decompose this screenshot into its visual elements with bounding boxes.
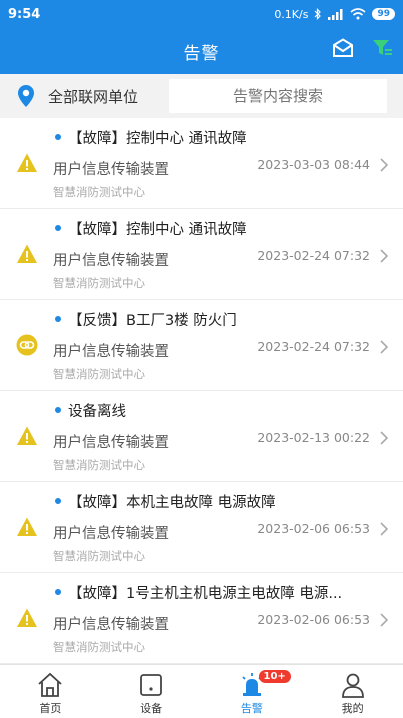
alarm-org: 智慧消防测试中心 bbox=[53, 640, 145, 654]
alarm-item[interactable]: 【故障】本机主电故障 电源故障用户信息传输装置 2023-02-06 06:53 智… bbox=[0, 482, 403, 573]
home-icon bbox=[38, 672, 62, 697]
filter-icon[interactable] bbox=[371, 38, 393, 58]
filter-bar: 全部联网单位 bbox=[0, 74, 403, 118]
alarm-org: 智慧消防测试中心 bbox=[53, 458, 145, 472]
chevron-right-icon bbox=[379, 157, 389, 173]
tab-alarm-label: 告警 bbox=[240, 702, 263, 715]
mail-icon[interactable] bbox=[331, 38, 355, 58]
unread-dot bbox=[55, 225, 61, 231]
bluetooth-icon bbox=[315, 8, 322, 20]
warning-icon bbox=[16, 516, 38, 538]
alarm-org: 智慧消防测试中心 bbox=[53, 367, 145, 381]
alarm-device: 用户信息传输装置 bbox=[53, 617, 169, 633]
alarm-device: 用户信息传输装置 bbox=[53, 526, 169, 542]
alarm-device: 用户信息传输装置 bbox=[53, 253, 169, 269]
alarm-time: 2023-02-24 07:32 bbox=[257, 339, 370, 354]
tab-alarm[interactable]: 10+ 告警 bbox=[202, 665, 303, 718]
tab-device-label: 设备 bbox=[140, 702, 163, 715]
status-bar: 9:54 0.1K/s 99 bbox=[0, 0, 403, 28]
alarm-title: 设备离线 bbox=[68, 404, 126, 420]
status-indicators: 0.1K/s 99 bbox=[274, 8, 395, 21]
chevron-right-icon bbox=[379, 521, 389, 537]
unit-selector[interactable]: 全部联网单位 bbox=[0, 85, 166, 107]
alarm-item[interactable]: 【故障】控制中心 通讯故障用户信息传输装置 2023-02-24 07:32 智慧消… bbox=[0, 209, 403, 300]
unread-dot bbox=[55, 498, 61, 504]
search-input[interactable] bbox=[169, 79, 387, 113]
alarm-item[interactable]: 设备离线用户信息传输装置 2023-02-13 00:22 智慧消防测试中心 bbox=[0, 391, 403, 482]
alarm-time: 2023-02-06 06:53 bbox=[257, 521, 370, 536]
alarm-title: 【故障】1号主机主机电源主电故障 电源... bbox=[68, 586, 343, 602]
alarm-item[interactable]: 【故障】1号主机主机电源主电故障 电源... 用户信息传输装置 2023-02-06… bbox=[0, 573, 403, 664]
tab-mine[interactable]: 我的 bbox=[302, 665, 403, 718]
nav-bar: 告警 bbox=[0, 28, 403, 74]
network-speed: 0.1K/s bbox=[274, 7, 309, 21]
signal-icon bbox=[328, 8, 343, 20]
alarm-time: 2023-03-03 08:44 bbox=[257, 157, 370, 172]
chevron-right-icon bbox=[379, 248, 389, 264]
alarm-time: 2023-02-06 06:53 bbox=[257, 612, 370, 627]
alarm-item[interactable]: 【反馈】B工厂3楼 防火门用户信息传输装置 2023-02-24 07:32 智慧消… bbox=[0, 300, 403, 391]
warning-icon bbox=[16, 425, 38, 447]
battery-indicator: 99 bbox=[372, 8, 395, 20]
location-pin-icon bbox=[18, 85, 34, 107]
tab-bar: 首页 设备 10+ 告警 我的 bbox=[0, 664, 403, 718]
alarm-device: 用户信息传输装置 bbox=[53, 435, 169, 451]
alarm-title: 【反馈】B工厂3楼 防火门 bbox=[68, 313, 237, 329]
unit-selector-label: 全部联网单位 bbox=[48, 87, 139, 106]
unread-dot bbox=[55, 407, 61, 413]
alarm-title: 【故障】本机主电故障 电源故障 bbox=[68, 495, 276, 511]
chevron-right-icon bbox=[379, 430, 389, 446]
status-time: 9:54 bbox=[8, 6, 41, 22]
alarm-item[interactable]: 【故障】控制中心 通讯故障用户信息传输装置 2023-03-03 08:44 智慧消… bbox=[0, 118, 403, 209]
alarm-list: 【故障】控制中心 通讯故障 用户信息传输装置 2023-03-03 08:44 智慧消… bbox=[0, 118, 403, 664]
alarm-device: 用户信息传输装置 bbox=[53, 162, 169, 178]
warning-icon bbox=[16, 607, 38, 629]
alarm-device: 用户信息传输装置 bbox=[53, 344, 169, 360]
chevron-right-icon bbox=[379, 339, 389, 355]
warning-icon bbox=[16, 152, 38, 174]
alarm-time: 2023-02-13 00:22 bbox=[257, 430, 370, 445]
unread-dot bbox=[55, 134, 61, 140]
unread-dot bbox=[55, 316, 61, 322]
device-icon bbox=[140, 674, 163, 696]
page-title: 告警 bbox=[183, 43, 220, 64]
tab-mine-label: 我的 bbox=[341, 702, 364, 715]
user-icon bbox=[341, 673, 364, 698]
alarm-title: 【故障】控制中心 通讯故障 bbox=[68, 131, 247, 147]
unread-dot bbox=[55, 589, 61, 595]
warning-icon bbox=[16, 243, 38, 265]
alarm-badge: 10+ bbox=[258, 670, 291, 683]
alarm-time: 2023-02-24 07:32 bbox=[257, 248, 370, 263]
tab-device[interactable]: 设备 bbox=[101, 665, 202, 718]
alarm-org: 智慧消防测试中心 bbox=[53, 185, 145, 199]
tab-home-label: 首页 bbox=[39, 702, 62, 715]
alarm-org: 智慧消防测试中心 bbox=[53, 276, 145, 290]
alarm-org: 智慧消防测试中心 bbox=[53, 549, 145, 563]
chevron-right-icon bbox=[379, 612, 389, 628]
alarm-title: 【故障】控制中心 通讯故障 bbox=[68, 222, 247, 238]
wifi-icon bbox=[350, 8, 366, 20]
link-icon bbox=[16, 334, 38, 356]
tab-home[interactable]: 首页 bbox=[0, 665, 101, 718]
